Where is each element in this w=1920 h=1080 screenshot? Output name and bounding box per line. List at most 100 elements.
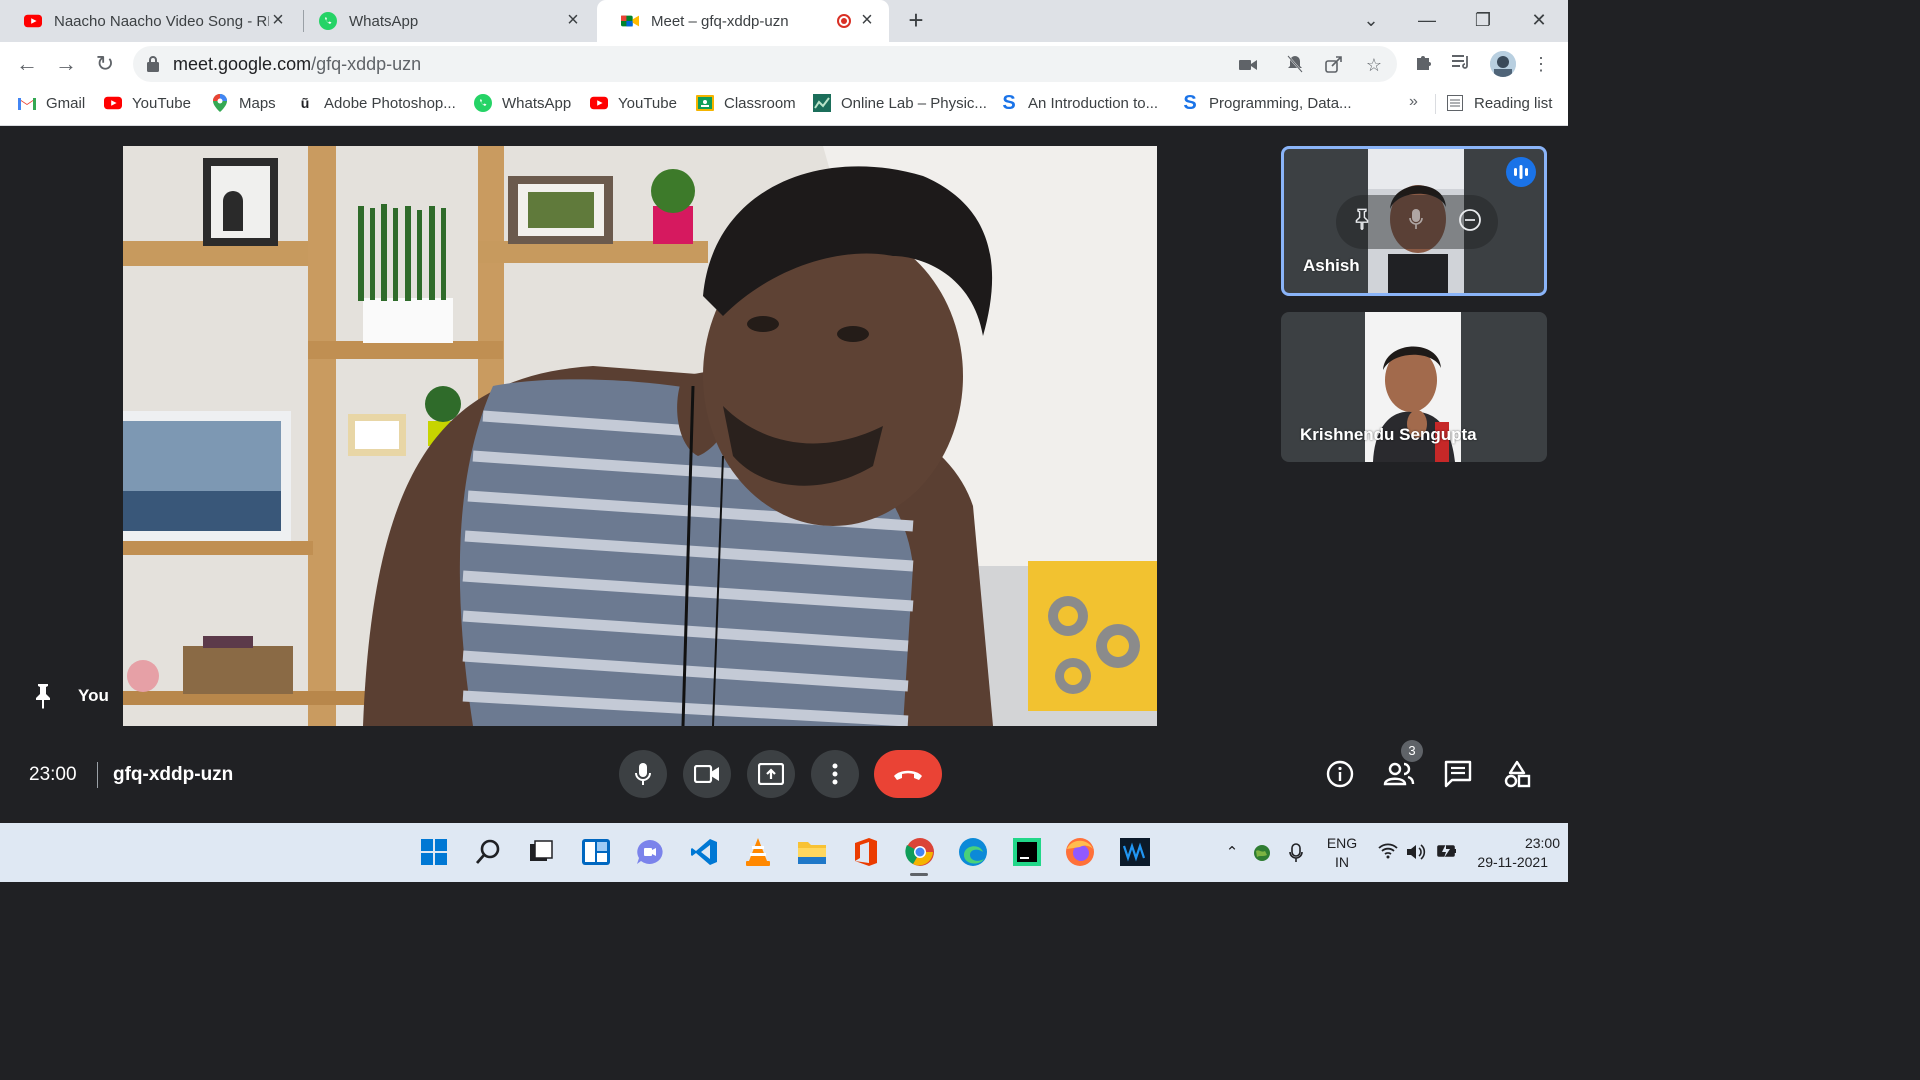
restore-button[interactable]: ❐ — [1468, 6, 1498, 34]
bookmark-classroom[interactable]: Classroom — [696, 86, 796, 120]
photoshop-icon: ũ — [300, 95, 310, 111]
forward-button[interactable]: → — [53, 51, 79, 77]
back-button[interactable]: ← — [14, 51, 40, 77]
leave-call-button[interactable] — [874, 750, 942, 798]
bookmark-online-lab[interactable]: Online Lab – Physic... — [813, 86, 987, 120]
bookmark-introduction[interactable]: S An Introduction to... — [1000, 86, 1158, 120]
firefox-icon[interactable] — [1065, 837, 1095, 867]
meeting-clock: 23:00 — [29, 764, 77, 785]
reload-button[interactable]: ↻ — [92, 51, 118, 77]
video-camera-icon — [694, 765, 719, 783]
bookmark-gmail[interactable]: Gmail — [18, 86, 85, 120]
close-window-button[interactable]: ✕ — [1524, 6, 1554, 34]
whatsapp-icon — [319, 12, 337, 30]
file-explorer-icon[interactable] — [797, 837, 827, 867]
chat-button[interactable] — [1442, 758, 1474, 790]
remove-participant-icon[interactable] — [1456, 208, 1484, 236]
active-app-indicator — [910, 873, 928, 876]
participant-name: Ashish — [1303, 256, 1360, 275]
media-control-icon[interactable] — [1451, 53, 1473, 75]
share-icon[interactable] — [1324, 55, 1344, 75]
windows-start-icon[interactable] — [419, 837, 449, 867]
reading-list-button[interactable]: Reading list — [1446, 86, 1552, 120]
mute-participant-icon[interactable] — [1402, 208, 1430, 236]
bookmark-maps[interactable]: Maps — [211, 86, 276, 120]
tab-search-chevron-icon[interactable]: ⌄ — [1356, 6, 1386, 34]
bookmark-youtube[interactable]: YouTube — [104, 86, 191, 120]
youtube-icon — [104, 94, 122, 112]
vscode-icon[interactable] — [689, 837, 719, 867]
notifications-blocked-icon[interactable] — [1285, 55, 1305, 75]
bookmarks-divider — [1435, 94, 1436, 114]
more-options-button[interactable] — [811, 750, 859, 798]
taskbar-clock-time[interactable]: 23:00 — [1470, 835, 1560, 851]
close-tab-icon[interactable]: × — [563, 10, 583, 31]
recording-icon — [837, 14, 851, 28]
close-tab-icon[interactable]: × — [268, 10, 288, 31]
tab-whatsapp[interactable]: WhatsApp × — [295, 0, 595, 42]
task-view-icon[interactable] — [526, 837, 556, 867]
widgets-icon[interactable] — [581, 837, 611, 867]
tab-meet[interactable]: Meet – gfq-xddp-uzn × — [597, 0, 889, 42]
participant-tile-ashish[interactable]: Ashish — [1281, 146, 1547, 296]
bookmark-label: An Introduction to... — [1028, 94, 1159, 112]
meeting-details-button[interactable] — [1324, 758, 1356, 790]
network-globe-icon[interactable] — [1252, 843, 1272, 863]
chrome-menu-icon[interactable]: ⋮ — [1530, 53, 1552, 75]
taskbar-clock-date[interactable]: 29-11-2021 — [1470, 854, 1548, 870]
bookmark-photoshop[interactable]: ũ Adobe Photoshop... — [296, 86, 456, 120]
pin-icon[interactable] — [1348, 208, 1376, 236]
end-call-icon — [894, 770, 922, 780]
edge-icon[interactable] — [958, 837, 988, 867]
tile-hover-controls — [1336, 195, 1498, 249]
tab-title: Naacho Naacho Video Song - RR — [54, 12, 269, 30]
pycharm-icon[interactable] — [1012, 837, 1042, 867]
search-icon[interactable] — [473, 837, 503, 867]
vlc-icon[interactable] — [743, 837, 773, 867]
show-everyone-button[interactable] — [1383, 758, 1415, 790]
input-region[interactable]: IN — [1320, 854, 1364, 870]
lock-icon — [147, 56, 159, 72]
camera-icon[interactable] — [1238, 55, 1258, 75]
bookmark-youtube-2[interactable]: YouTube — [590, 86, 677, 120]
pin-icon[interactable] — [33, 683, 53, 709]
minimize-button[interactable]: — — [1412, 6, 1442, 34]
self-video-feed[interactable] — [123, 146, 1157, 726]
self-video-image — [123, 146, 1157, 726]
bookmark-star-icon[interactable]: ☆ — [1364, 55, 1384, 75]
more-bookmarks-button[interactable]: » — [1409, 93, 1418, 111]
bookmark-programming[interactable]: S Programming, Data... — [1181, 86, 1351, 120]
meet-call-area: You Ashish Krishnendu Sengupta 23:00 gfq… — [0, 126, 1568, 823]
microphone-button[interactable] — [619, 750, 667, 798]
bookmark-whatsapp[interactable]: WhatsApp — [474, 86, 571, 120]
present-screen-button[interactable] — [747, 750, 795, 798]
microphone-in-use-icon[interactable] — [1286, 843, 1306, 863]
bookmark-label: YouTube — [132, 94, 191, 112]
camera-button[interactable] — [683, 750, 731, 798]
address-bar[interactable]: meet.google.com/gfq-xddp-uzn ☆ — [133, 46, 1397, 82]
show-hidden-icons-chevron-icon[interactable]: ⌃ — [1222, 843, 1242, 863]
waves-app-icon[interactable] — [1120, 837, 1150, 867]
input-language[interactable]: ENG — [1320, 835, 1364, 851]
tab-youtube-song[interactable]: Naacho Naacho Video Song - RR × — [0, 0, 300, 42]
info-icon — [1326, 760, 1354, 788]
activities-button[interactable] — [1501, 758, 1533, 790]
extensions-icon[interactable] — [1412, 53, 1434, 75]
maps-icon — [211, 94, 229, 112]
volume-icon[interactable] — [1406, 843, 1426, 863]
battery-charging-icon[interactable] — [1436, 843, 1456, 863]
new-tab-button[interactable]: + — [903, 7, 929, 34]
present-screen-icon — [758, 763, 784, 785]
close-tab-icon[interactable]: × — [857, 10, 877, 31]
teams-chat-icon[interactable] — [635, 837, 665, 867]
whatsapp-icon — [474, 94, 492, 112]
browser-toolbar: ← → ↻ meet.google.com/gfq-xddp-uzn ☆ ⋮ — [0, 42, 1568, 86]
bookmark-label: WhatsApp — [502, 94, 572, 112]
meet-icon — [621, 12, 639, 30]
office-icon[interactable] — [851, 837, 881, 867]
wifi-icon[interactable] — [1378, 843, 1398, 863]
participant-tile-krishnendu[interactable]: Krishnendu Sengupta — [1281, 312, 1547, 462]
profile-avatar[interactable] — [1490, 51, 1516, 77]
chrome-icon[interactable] — [905, 837, 935, 867]
url-host: meet.google.com — [173, 54, 312, 74]
